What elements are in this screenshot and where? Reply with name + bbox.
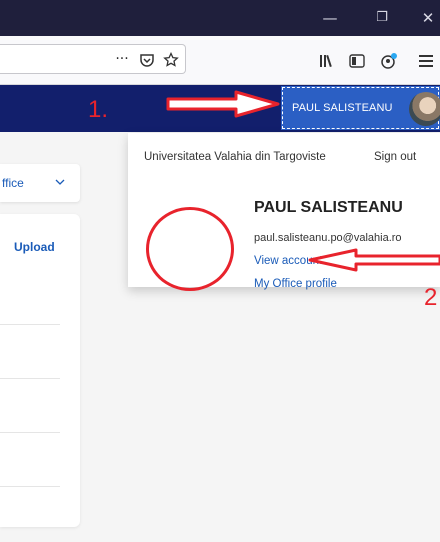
- list-divider: [0, 378, 60, 379]
- browser-title-bar: — ❐ ✕: [0, 0, 440, 36]
- office-dropdown-button[interactable]: ffice: [0, 164, 80, 202]
- list-divider: [0, 432, 60, 433]
- avatar: [409, 92, 440, 126]
- profile-photo-placeholder[interactable]: [146, 207, 234, 291]
- minimize-button[interactable]: —: [312, 0, 348, 36]
- hamburger-icon[interactable]: [414, 36, 438, 84]
- restore-button[interactable]: ❐: [364, 0, 400, 36]
- red-arrow-left-icon: [308, 248, 440, 272]
- account-full-name: PAUL SALISTEANU: [254, 199, 403, 216]
- sign-out-link[interactable]: Sign out: [374, 151, 416, 163]
- upload-button[interactable]: Upload: [14, 240, 55, 254]
- office-button-label: ffice: [2, 176, 24, 190]
- account-manager-button[interactable]: PAUL SALISTEANU: [281, 86, 440, 130]
- chevron-down-icon: [55, 179, 65, 185]
- browser-toolbar: ···: [0, 36, 440, 85]
- list-divider: [0, 324, 60, 325]
- page-actions-button[interactable]: ···: [110, 35, 134, 83]
- file-list-card: [0, 214, 80, 527]
- pocket-icon[interactable]: [136, 35, 158, 83]
- step-1-label: 1.: [88, 96, 109, 123]
- star-icon[interactable]: [160, 35, 182, 83]
- organization-name: Universitatea Valahia din Targoviste: [144, 151, 326, 163]
- office-profile-link[interactable]: My Office profile: [254, 278, 337, 290]
- account-email: paul.salisteanu.po@valahia.ro: [254, 232, 402, 244]
- red-arrow-right-icon: [166, 90, 280, 118]
- extension-icon[interactable]: [378, 36, 400, 84]
- library-icon[interactable]: [316, 36, 338, 84]
- list-divider: [0, 486, 60, 487]
- account-name-label: PAUL SALISTEANU: [292, 102, 393, 114]
- close-button[interactable]: ✕: [410, 0, 440, 36]
- step-2-label: 2: [424, 284, 438, 311]
- url-bar[interactable]: ···: [0, 44, 186, 74]
- sidebar-icon[interactable]: [346, 36, 368, 84]
